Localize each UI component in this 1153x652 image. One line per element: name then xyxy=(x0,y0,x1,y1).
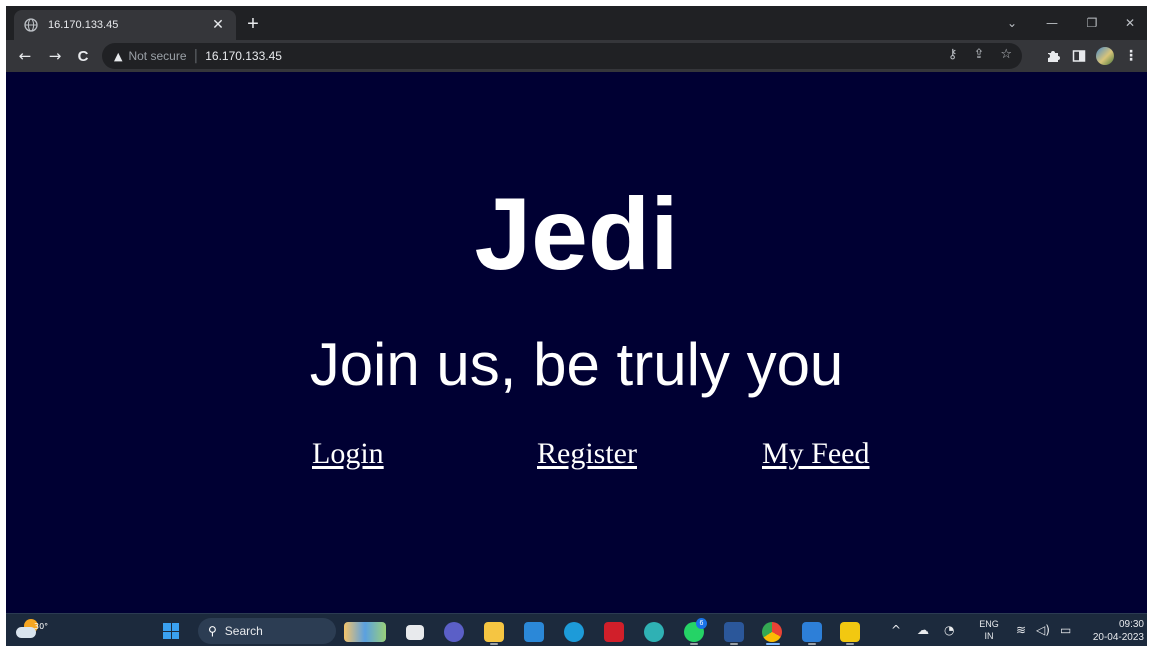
browser-tab[interactable]: 16.170.133.45 ✕ xyxy=(14,10,236,40)
close-window-button[interactable]: ✕ xyxy=(1110,10,1147,36)
language-indicator[interactable]: ENG IN xyxy=(978,618,1000,642)
tab-strip: 16.170.133.45 ✕ + ⌄ — ❐ ✕ xyxy=(6,6,1147,40)
edge-beta-icon[interactable] xyxy=(564,622,584,642)
sidepanel-icon[interactable] xyxy=(1068,46,1090,66)
photos-icon[interactable] xyxy=(802,622,822,642)
login-link[interactable]: Login xyxy=(312,436,384,472)
key-icon[interactable]: ⚷ xyxy=(948,47,958,62)
web-page: Jedi Join us, be truly you Login Registe… xyxy=(6,72,1147,613)
tagline: Join us, be truly you xyxy=(309,331,844,398)
site-title: Jedi xyxy=(474,177,679,291)
register-link[interactable]: Register xyxy=(537,436,637,472)
battery-icon[interactable]: ▭ xyxy=(1060,623,1071,637)
search-label: Search xyxy=(224,624,263,638)
tab-search-button[interactable]: ⌄ xyxy=(992,10,1032,36)
store-icon[interactable] xyxy=(524,622,544,642)
my-feed-link[interactable]: My Feed xyxy=(762,436,870,472)
reload-button[interactable]: C xyxy=(72,46,94,66)
edge-icon[interactable] xyxy=(644,622,664,642)
language-code: ENG xyxy=(979,619,999,629)
new-tab-button[interactable]: + xyxy=(242,14,264,34)
word-icon[interactable] xyxy=(724,622,744,642)
region-code: IN xyxy=(984,631,994,641)
task-view-icon[interactable] xyxy=(406,625,424,640)
forward-button[interactable]: → xyxy=(44,46,66,66)
url-text[interactable]: 16.170.133.45 xyxy=(205,49,282,63)
powerbi-icon[interactable] xyxy=(840,622,860,642)
restore-button[interactable]: ❐ xyxy=(1072,10,1112,36)
network-status-icon[interactable]: ◔ xyxy=(944,623,954,637)
address-bar[interactable]: ▲ Not secure | 16.170.133.45 ⚷ ⇪ ☆ xyxy=(102,43,1022,69)
teams-chat-icon[interactable] xyxy=(444,622,464,642)
widgets-icon[interactable] xyxy=(344,622,386,642)
start-button[interactable] xyxy=(163,623,179,639)
puzzle-icon[interactable] xyxy=(1042,46,1064,66)
system-clock[interactable]: 09:30 20-04-2023 xyxy=(1086,618,1144,644)
clock-time: 09:30 xyxy=(1118,619,1144,630)
volume-icon[interactable]: ◁) xyxy=(1036,623,1050,637)
omnibox-actions: ⚷ ⇪ ☆ xyxy=(948,47,1012,62)
omnibox-divider: | xyxy=(193,48,199,64)
file-explorer-icon[interactable] xyxy=(484,622,504,642)
back-button[interactable]: ← xyxy=(14,46,36,66)
weather-widget[interactable]: 30° xyxy=(14,619,48,641)
share-icon[interactable]: ⇪ xyxy=(973,47,984,62)
minimize-button[interactable]: — xyxy=(1032,10,1072,36)
profile-avatar[interactable] xyxy=(1094,46,1116,66)
close-tab-icon[interactable]: ✕ xyxy=(210,18,226,32)
show-hidden-icons[interactable]: ^ xyxy=(891,623,901,637)
mcafee-icon[interactable] xyxy=(604,622,624,642)
onedrive-icon[interactable]: ☁ xyxy=(917,623,929,637)
taskbar: 30° ⚲ Search 6 ^ ☁ ◔ ENG IN ≋ ◁) ▭ 09:30… xyxy=(6,613,1147,646)
temperature: 30° xyxy=(34,622,49,631)
cloud-icon xyxy=(16,627,36,638)
search-icon: ⚲ xyxy=(208,624,217,638)
whatsapp-badge: 6 xyxy=(696,618,707,629)
clock-date: 20-04-2023 xyxy=(1092,632,1144,643)
taskbar-search[interactable]: ⚲ Search xyxy=(198,618,336,644)
wifi-icon[interactable]: ≋ xyxy=(1016,623,1026,637)
browser-toolbar: ← → C ▲ Not secure | 16.170.133.45 ⚷ ⇪ ☆… xyxy=(6,40,1147,72)
warning-icon[interactable]: ▲ xyxy=(114,50,122,63)
browser-window: 16.170.133.45 ✕ + ⌄ — ❐ ✕ ← → C ▲ Not se… xyxy=(6,6,1147,646)
star-icon[interactable]: ☆ xyxy=(1000,47,1012,62)
chrome-icon[interactable] xyxy=(762,622,782,642)
menu-icon[interactable]: ⋮ xyxy=(1120,46,1142,66)
tab-title: 16.170.133.45 xyxy=(48,19,119,31)
globe-icon xyxy=(24,18,38,32)
security-status[interactable]: Not secure xyxy=(128,49,186,63)
